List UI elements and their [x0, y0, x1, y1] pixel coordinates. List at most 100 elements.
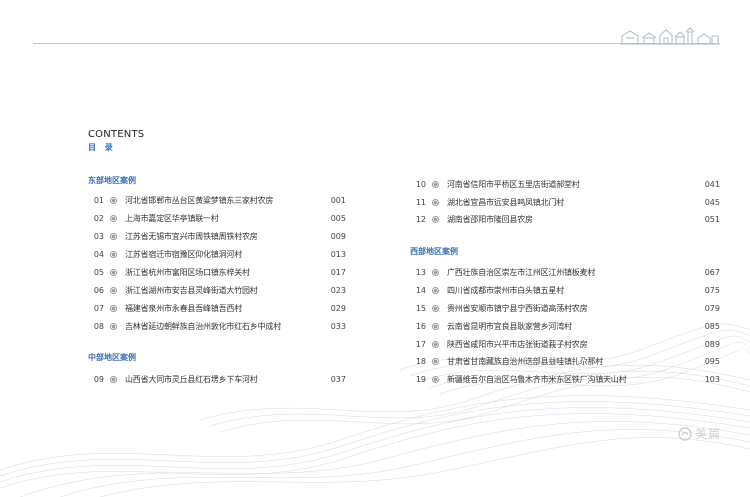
toc-item[interactable]: 07 福建省泉州市永春县吾峰镇吾西村 029 — [88, 302, 346, 314]
section-heading-west: 西部地区案例 — [410, 247, 458, 256]
header-divider — [33, 43, 716, 44]
toc-item-number: 03 — [93, 231, 104, 241]
bullet-icon — [432, 322, 439, 330]
toc-item[interactable]: 05 浙江省杭州市富阳区场口镇东梓关村 017 — [88, 266, 346, 278]
toc-item-title: 河北省邯郸市丛台区黄粱梦镇东三家村农房 — [125, 195, 274, 205]
toc-item-number: 07 — [93, 303, 104, 313]
toc-item-page: 079 — [704, 303, 720, 313]
toc-item-page: 013 — [330, 249, 346, 259]
section-heading-east: 东部地区案例 — [88, 176, 136, 185]
toc-item-page: 095 — [704, 356, 720, 366]
toc-item-page: 001 — [330, 195, 346, 205]
toc-item-page: 089 — [704, 339, 720, 349]
toc-item[interactable]: 03 江苏省无锡市宜兴市周铁镇周铁村农房 009 — [88, 230, 346, 242]
toc-item-page: 037 — [330, 374, 346, 384]
toc-item[interactable]: 08 吉林省延边朝鲜族自治州敦化市红石乡中成村 033 — [88, 320, 346, 332]
watermark-text: 美篇 — [695, 427, 722, 441]
toc-item-title: 陕西省咸阳市兴平市店张街道莪子村农房 — [447, 339, 588, 349]
bullet-icon — [432, 340, 439, 348]
toc-item-number: 12 — [415, 214, 426, 224]
toc-item-page: 009 — [330, 231, 346, 241]
toc-item-number: 02 — [93, 213, 104, 223]
toc-item-number: 01 — [93, 195, 104, 205]
toc-item-page: 051 — [704, 214, 720, 224]
toc-item-page: 005 — [330, 213, 346, 223]
toc-item-title: 江苏省无锡市宜兴市周铁镇周铁村农房 — [125, 231, 258, 241]
toc-item[interactable]: 17 陕西省咸阳市兴平市店张街道莪子村农房 089 — [410, 338, 720, 350]
bullet-icon — [110, 268, 117, 276]
toc-item-page: 075 — [704, 285, 720, 295]
toc-item[interactable]: 04 江苏省宿迁市宿豫区仰化镇洞河村 013 — [88, 248, 346, 260]
toc-item-number: 18 — [415, 356, 426, 366]
toc-item-title: 福建省泉州市永春县吾峰镇吾西村 — [125, 303, 242, 313]
toc-item-page: 023 — [330, 285, 346, 295]
toc-item-title: 贵州省安顺市镇宁县宁西街道高荡村农房 — [447, 303, 588, 313]
toc-item-number: 06 — [93, 285, 104, 295]
toc-item[interactable]: 16 云南省昆明市宜良县耿家营乡河湾村 085 — [410, 320, 720, 332]
bullet-icon — [110, 304, 117, 312]
section-heading-central: 中部地区案例 — [88, 353, 136, 362]
toc-item-page: 041 — [704, 179, 720, 189]
bullet-icon — [432, 286, 439, 294]
toc-item-title: 江苏省宿迁市宿豫区仰化镇洞河村 — [125, 249, 242, 259]
watermark: 美篇 — [678, 425, 721, 442]
toc-item-title: 河南省信阳市平桥区五里店街道郝堂村 — [447, 179, 580, 189]
toc-item-number: 09 — [93, 374, 104, 384]
toc-item[interactable]: 06 浙江省湖州市安吉县灵峰街道大竹园村 023 — [88, 284, 346, 296]
toc-item-number: 14 — [415, 285, 426, 295]
toc-item[interactable]: 11 湖北省宜昌市远安县鸣凤镇北门村 045 — [410, 196, 720, 208]
toc-item[interactable]: 09 山西省大同市灵丘县红石塄乡下车河村 037 — [88, 373, 346, 385]
meipian-logo-icon — [678, 426, 692, 441]
village-skyline-icon — [620, 27, 720, 45]
toc-item[interactable]: 19 新疆维吾尔自治区乌鲁木齐市米东区铁厂沟镇天山村 103 — [410, 373, 720, 385]
toc-item-number: 10 — [415, 179, 426, 189]
toc-item-page: 085 — [704, 321, 720, 331]
bullet-icon — [110, 322, 117, 330]
toc-item[interactable]: 13 广西壮族自治区崇左市江州区江州镇板麦村 067 — [410, 266, 720, 278]
toc-item-number: 08 — [93, 321, 104, 331]
toc-item[interactable]: 10 河南省信阳市平桥区五里店街道郝堂村 041 — [410, 178, 720, 190]
toc-item-page: 017 — [330, 267, 346, 277]
toc-item-page: 033 — [330, 321, 346, 331]
toc-item[interactable]: 15 贵州省安顺市镇宁县宁西街道高荡村农房 079 — [410, 302, 720, 314]
toc-item[interactable]: 02 上海市嘉定区华亭镇联一村 005 — [88, 212, 346, 224]
bullet-icon — [432, 357, 439, 365]
toc-item[interactable]: 01 河北省邯郸市丛台区黄粱梦镇东三家村农房 001 — [88, 194, 346, 206]
toc-item-title: 湖南省邵阳市隆回县农房 — [447, 214, 533, 224]
contents-title-en: CONTENTS — [88, 129, 145, 140]
toc-item-title: 浙江省湖州市安吉县灵峰街道大竹园村 — [125, 285, 258, 295]
toc-item-title: 四川省成都市崇州市白头镇五星村 — [447, 285, 564, 295]
toc-item-title: 湖北省宜昌市远安县鸣凤镇北门村 — [447, 197, 564, 207]
toc-item-title: 吉林省延边朝鲜族自治州敦化市红石乡中成村 — [125, 321, 281, 331]
bullet-icon — [110, 232, 117, 240]
toc-item-title: 新疆维吾尔自治区乌鲁木齐市米东区铁厂沟镇天山村 — [447, 374, 627, 384]
toc-item-page: 067 — [704, 267, 720, 277]
toc-item[interactable]: 18 甘肃省甘南藏族自治州迭部县益哇镇扎尕那村 095 — [410, 355, 720, 367]
toc-item-title: 广西壮族自治区崇左市江州区江州镇板麦村 — [447, 267, 596, 277]
toc-item-page: 045 — [704, 197, 720, 207]
bullet-icon — [432, 304, 439, 312]
bullet-icon — [432, 375, 439, 383]
toc-item-page: 103 — [704, 374, 720, 384]
bullet-icon — [432, 215, 439, 223]
bullet-icon — [432, 198, 439, 206]
bullet-icon — [110, 214, 117, 222]
bullet-icon — [110, 375, 117, 383]
bullet-icon — [432, 180, 439, 188]
toc-item-number: 13 — [415, 267, 426, 277]
toc-item-number: 05 — [93, 267, 104, 277]
bullet-icon — [110, 286, 117, 294]
toc-item-number: 04 — [93, 249, 104, 259]
bullet-icon — [110, 196, 117, 204]
toc-item-number: 19 — [415, 374, 426, 384]
toc-item-number: 17 — [415, 339, 426, 349]
toc-item-title: 上海市嘉定区华亭镇联一村 — [125, 213, 219, 223]
toc-item-title: 浙江省杭州市富阳区场口镇东梓关村 — [125, 267, 250, 277]
toc-item-number: 11 — [415, 197, 426, 207]
toc-item-title: 山西省大同市灵丘县红石塄乡下车河村 — [125, 374, 258, 384]
bullet-icon — [110, 250, 117, 258]
bullet-icon — [432, 268, 439, 276]
toc-item[interactable]: 12 湖南省邵阳市隆回县农房 051 — [410, 213, 720, 225]
toc-item[interactable]: 14 四川省成都市崇州市白头镇五星村 075 — [410, 284, 720, 296]
toc-item-number: 15 — [415, 303, 426, 313]
